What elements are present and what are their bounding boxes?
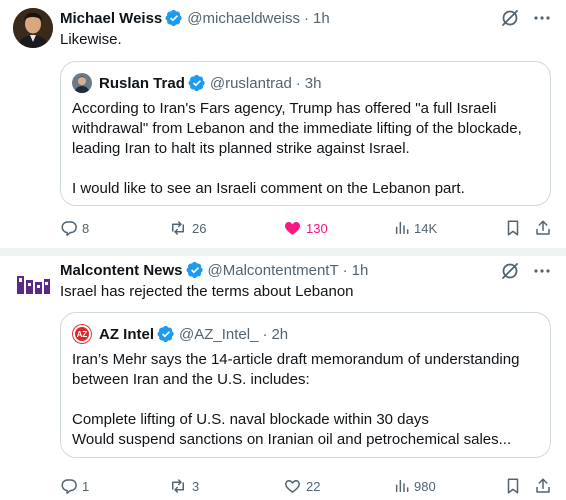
repost-button[interactable]: 3 (168, 476, 199, 496)
share-button[interactable] (534, 476, 556, 496)
share-button[interactable] (534, 218, 556, 238)
separator-dot: · (304, 9, 310, 27)
reply-count: 8 (82, 220, 90, 236)
separator-dot: · (342, 261, 348, 279)
author-name[interactable]: Michael Weiss (60, 10, 162, 27)
quote-author-name: Ruslan Trad (99, 74, 185, 92)
author-name[interactable]: Malcontent News (60, 262, 183, 279)
quote-time: 3h (304, 74, 322, 92)
reply-count: 1 (82, 478, 90, 494)
quote-avatar: AZ (72, 324, 92, 344)
post-top-actions (500, 261, 552, 281)
quote-author-handle: @AZ_Intel_ (179, 325, 259, 343)
post[interactable]: Malcontent News @MalcontentmentT · 1h Is… (0, 256, 566, 500)
repost-count: 26 (192, 220, 207, 236)
author-handle[interactable]: @MalcontentmentT (208, 262, 339, 279)
quote-text-line: Iran’s Mehr says the 14-article draft me… (72, 351, 520, 368)
post-header: Michael Weiss @michaeldweiss · 1h (60, 8, 330, 28)
reply-button[interactable]: 1 (60, 476, 89, 496)
separator-dot: · (295, 74, 301, 92)
quote-avatar (72, 73, 92, 93)
svg-text:AZ: AZ (77, 330, 88, 339)
quote-header: AZ AZ Intel @AZ_Intel_ · 2h (72, 324, 288, 344)
post-time[interactable]: 1h (313, 10, 330, 27)
avatar[interactable] (13, 8, 53, 48)
quote-text-line: According to Iran's Fars agency, Trump h… (72, 100, 497, 117)
heart-icon (285, 480, 300, 493)
post-divider (0, 248, 566, 256)
post-top-actions (500, 8, 552, 28)
like-count: 130 (306, 220, 328, 236)
repost-icon (172, 479, 184, 493)
more-icon[interactable] (532, 8, 552, 28)
bookmark-icon (507, 478, 519, 494)
views-button[interactable]: 14K (394, 218, 437, 238)
more-icon[interactable] (532, 261, 552, 281)
repost-button[interactable]: 26 (168, 218, 206, 238)
post-actions: 1 3 22 980 (60, 476, 552, 496)
person-avatar-image (72, 73, 92, 93)
quote-text-line: Complete lifting of U.S. naval blockade … (72, 411, 429, 428)
malcontent-logo (13, 265, 53, 305)
quote-text: According to Iran's Fars agency, Trump h… (72, 99, 542, 199)
person-avatar-image (13, 8, 53, 48)
post-actions: 8 26 130 14K (60, 218, 552, 238)
bookmark-button[interactable] (504, 218, 526, 238)
like-button[interactable]: 130 (283, 218, 328, 238)
quote-text-line: I would like to see an Israeli comment o… (72, 180, 465, 197)
reply-icon (61, 221, 77, 236)
like-count: 22 (306, 478, 321, 494)
verified-badge-icon (186, 261, 203, 279)
views-button[interactable]: 980 (394, 476, 436, 496)
post[interactable]: Michael Weiss @michaeldweiss · 1h Likewi… (0, 0, 566, 248)
verified-badge-icon (157, 325, 174, 343)
quoted-post[interactable]: AZ AZ Intel @AZ_Intel_ · 2h Iran’s Mehr … (60, 312, 551, 458)
views-icon (395, 479, 409, 493)
post-time[interactable]: 1h (352, 262, 369, 279)
quote-text: Iran’s Mehr says the 14-article draft me… (72, 350, 542, 450)
verified-badge-icon (188, 74, 205, 92)
avatar[interactable] (13, 265, 53, 305)
verified-badge-icon (165, 9, 182, 27)
post-header: Malcontent News @MalcontentmentT · 1h (60, 260, 368, 280)
post-text: Israel has rejected the terms about Leba… (60, 283, 354, 300)
views-count: 980 (414, 478, 436, 494)
grok-icon[interactable] (500, 8, 520, 28)
reply-button[interactable]: 8 (60, 218, 89, 238)
quoted-post[interactable]: Ruslan Trad @ruslantrad · 3h According t… (60, 61, 551, 206)
quote-text-line: between Iran and the U.S. includes: (72, 371, 310, 388)
quote-time: 2h (271, 325, 289, 343)
share-icon (536, 478, 550, 493)
quote-text-line: leading Iran to halt its planned strike … (72, 140, 410, 157)
views-count: 14K (414, 220, 438, 236)
quote-text-line: withdrawal" from Lebanon and the immedia… (72, 120, 522, 137)
repost-count: 3 (192, 478, 200, 494)
bookmark-button[interactable] (504, 476, 526, 496)
post-text: Likewise. (60, 31, 122, 48)
reply-icon (61, 479, 77, 494)
quote-header: Ruslan Trad @ruslantrad · 3h (72, 73, 321, 93)
heart-icon (285, 222, 300, 235)
separator-dot: · (262, 325, 268, 343)
quote-text-line: Would suspend sanctions on Iranian oil a… (72, 431, 512, 448)
grok-icon[interactable] (500, 261, 520, 281)
like-button[interactable]: 22 (283, 476, 320, 496)
az-intel-logo: AZ (72, 324, 92, 344)
views-icon (395, 221, 409, 235)
author-handle[interactable]: @michaeldweiss (187, 10, 300, 27)
quote-author-handle: @ruslantrad (209, 74, 292, 92)
share-icon (536, 220, 550, 235)
quote-author-name: AZ Intel (99, 325, 154, 343)
repost-icon (172, 221, 184, 235)
bookmark-icon (507, 220, 519, 236)
